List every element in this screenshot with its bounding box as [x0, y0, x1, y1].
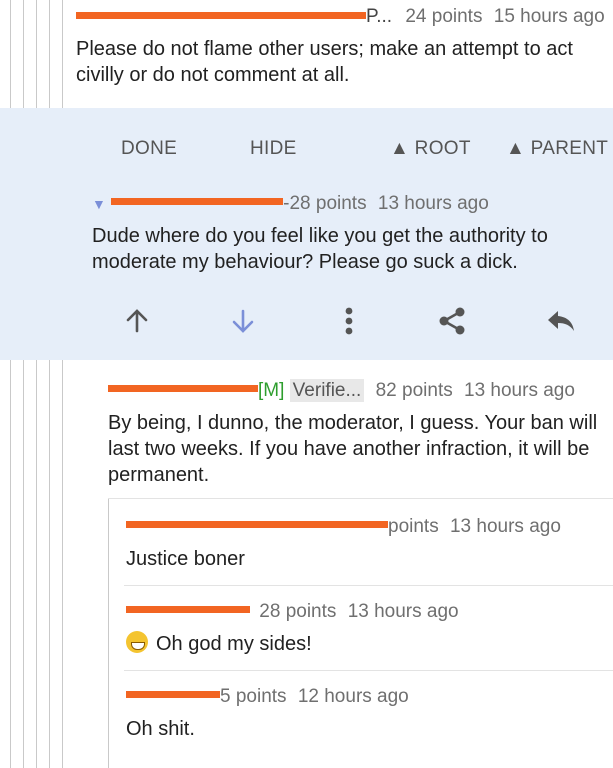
- redacted-username: [111, 198, 284, 205]
- comment-points: points: [388, 516, 439, 537]
- comment-body: Oh god my sides!: [156, 633, 312, 655]
- redacted-username: [126, 521, 388, 528]
- comment-header: points 13 hours ago: [126, 516, 611, 538]
- comment-reply[interactable]: 28 points 13 hours ago Oh god my sides!: [126, 601, 611, 657]
- done-button[interactable]: DONE: [121, 138, 177, 160]
- comment-header: P... 24 points 15 hours ago: [76, 6, 611, 28]
- comment-time: 13 hours ago: [377, 193, 489, 214]
- divider: [124, 670, 613, 671]
- comment-header: 28 points 13 hours ago: [126, 601, 611, 623]
- comment-points: 5 points: [220, 686, 287, 707]
- comment-header: ▼ -28 points 13 hours ago: [92, 193, 607, 215]
- comment-time: 13 hours ago: [464, 380, 575, 401]
- comment-time: 15 hours ago: [493, 6, 605, 27]
- grinning-squinting-face-icon: [126, 631, 148, 653]
- comment-time: 13 hours ago: [449, 516, 561, 537]
- collapse-icon[interactable]: ▼: [92, 196, 106, 212]
- divider: [108, 498, 613, 499]
- comment-mod-reply[interactable]: [M] Verifie... 82 points 13 hours ago By…: [108, 379, 608, 488]
- comment-header: 5 points 12 hours ago: [126, 686, 611, 708]
- more-vertical-icon[interactable]: [334, 304, 364, 338]
- comment-reply[interactable]: 5 points 12 hours ago Oh shit.: [126, 686, 611, 742]
- comment-body-row: Oh god my sides!: [126, 631, 611, 657]
- redacted-username: [76, 12, 366, 19]
- comment-reply[interactable]: points 13 hours ago Justice boner: [126, 516, 611, 572]
- comment-points: 82 points: [375, 380, 453, 401]
- comment-points: -28 points: [283, 193, 367, 214]
- comment-body: Justice boner: [126, 548, 245, 570]
- comment-points: 24 points: [405, 6, 483, 27]
- redacted-username: [126, 691, 220, 698]
- comment-points: 28 points: [259, 601, 337, 622]
- parent-button[interactable]: ▲ PARENT: [506, 138, 608, 160]
- comment-mod-notice[interactable]: P... 24 points 15 hours ago Please do no…: [76, 6, 611, 88]
- share-icon[interactable]: [434, 304, 470, 338]
- mod-tag: [M]: [258, 380, 285, 401]
- comment-header: [M] Verifie... 82 points 13 hours ago: [108, 379, 608, 402]
- arrow-up-icon[interactable]: [122, 306, 152, 336]
- user-flair-badge: Verifie...: [289, 379, 365, 402]
- arrow-down-icon[interactable]: [228, 306, 258, 336]
- divider: [124, 585, 613, 586]
- comment-body: Dude where do you feel like you get the …: [92, 225, 548, 273]
- comment-time: 13 hours ago: [347, 601, 459, 622]
- thread-rail: [108, 498, 109, 768]
- username-suffix: P...: [366, 6, 393, 27]
- redacted-username: [126, 606, 250, 613]
- hide-button[interactable]: HIDE: [250, 138, 297, 160]
- redacted-username: [108, 385, 258, 392]
- comment-body: Oh shit.: [126, 718, 195, 740]
- comment-time: 12 hours ago: [297, 686, 409, 707]
- comment-body: Please do not flame other users; make an…: [76, 38, 573, 86]
- comment-selected[interactable]: ▼ -28 points 13 hours ago Dude where do …: [92, 193, 607, 275]
- root-button[interactable]: ▲ ROOT: [390, 138, 471, 160]
- reply-icon[interactable]: [543, 306, 579, 336]
- comment-body: By being, I dunno, the moderator, I gues…: [108, 412, 598, 486]
